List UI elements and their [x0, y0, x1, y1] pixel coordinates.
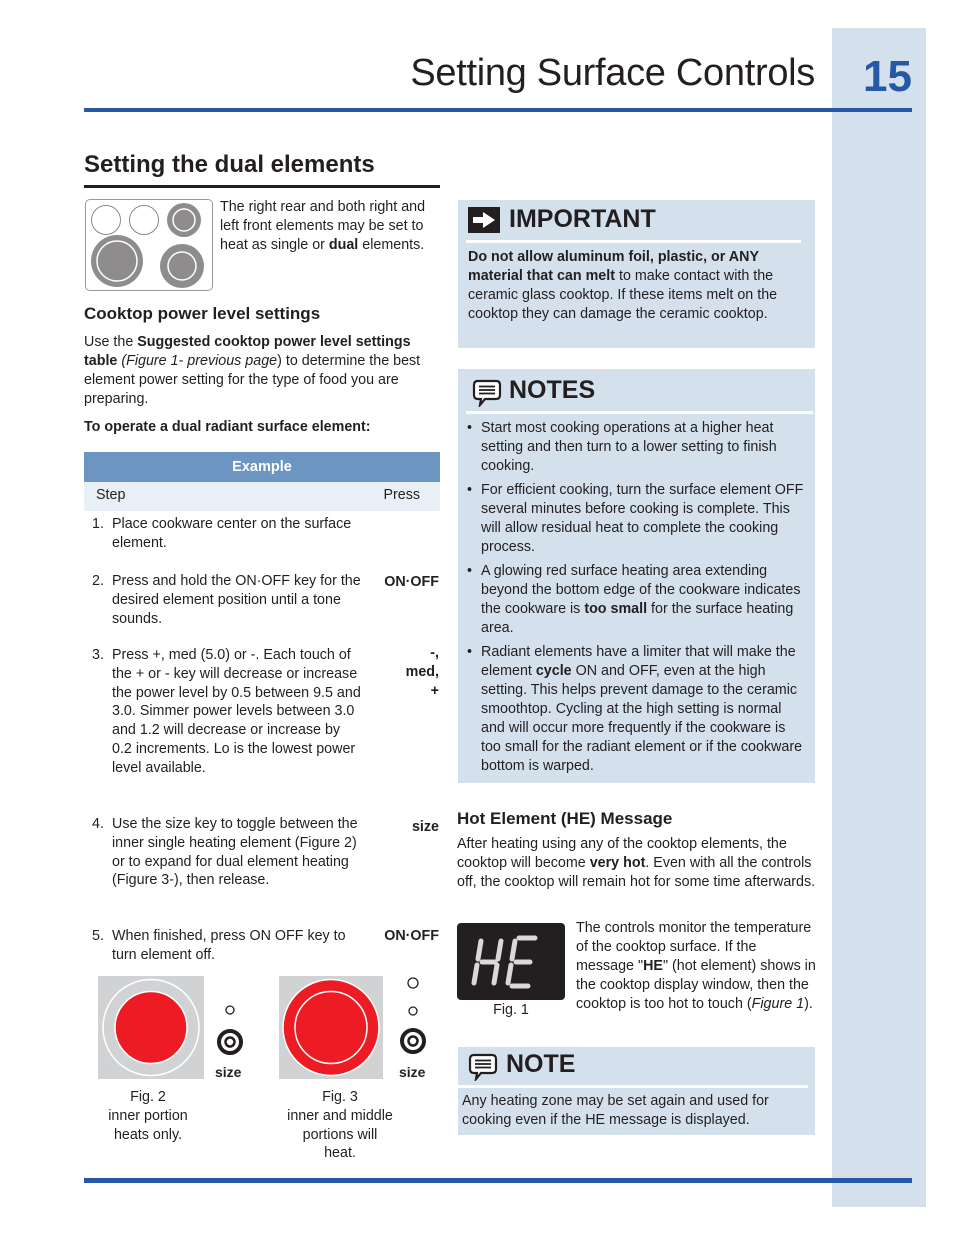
- notes-box: NOTES Start most cooking operations at a…: [458, 369, 815, 783]
- note-text: Any heating zone may be set again and us…: [462, 1093, 769, 1128]
- speech-bubble-icon: [472, 379, 502, 412]
- he-segment-display: [471, 935, 538, 989]
- size-key-icon: [397, 974, 429, 1063]
- page-number: 15: [863, 52, 912, 101]
- hot-element-description: The controls monitor the temperature of …: [576, 920, 816, 1012]
- intro-text: The right rear and both right and left f…: [220, 199, 426, 253]
- footer-rule: [84, 1178, 912, 1183]
- section-title: Setting the dual elements: [84, 151, 375, 178]
- fig1-caption: Fig. 1: [493, 1002, 529, 1018]
- size-label: size: [399, 1064, 426, 1080]
- hot-element-title: Hot Element (HE) Message: [457, 809, 673, 828]
- press-key: ON·OFF: [384, 928, 439, 944]
- table-row: 5. When finished, press ON OFF key to tu…: [92, 928, 346, 963]
- important-heading: IMPORTANT: [509, 205, 656, 233]
- press-key: ON·OFF: [384, 574, 439, 590]
- column-press: Press: [383, 487, 420, 503]
- speech-bubble-icon: [468, 1053, 498, 1086]
- size-key-icon: [214, 1004, 246, 1063]
- fig3-element-diagram: [279, 976, 383, 1084]
- page-title: Setting Surface Controls: [410, 52, 815, 94]
- list-item: For efficient cooking, turn the surface …: [467, 481, 807, 557]
- press-key: size: [411, 819, 439, 835]
- he-display-window: [457, 923, 565, 1000]
- table-row: 3. Press +, med (5.0) or -. Each touch o…: [92, 647, 361, 776]
- list-item: A glowing red surface heating area exten…: [467, 562, 807, 638]
- operate-heading: To operate a dual radiant surface elemen…: [84, 419, 371, 435]
- size-label: size: [215, 1064, 242, 1080]
- important-text: Do not allow aluminum foil, plastic, or …: [468, 249, 778, 322]
- list-item: Radiant elements have a limiter that wil…: [467, 643, 807, 776]
- table-column-headers: Step Press: [84, 482, 440, 511]
- page-sidebar-tab: [832, 28, 926, 1207]
- table-row: 4. Use the size key to toggle between th…: [92, 816, 358, 889]
- table-header: Example: [84, 452, 440, 482]
- note-box: NOTE Any heating zone may be set again a…: [458, 1047, 815, 1135]
- power-levels-text: Use the Suggested cooktop power level se…: [84, 334, 421, 407]
- note-heading: NOTE: [506, 1050, 576, 1078]
- box-rule: [466, 240, 801, 243]
- section-rule: [84, 185, 440, 188]
- box-rule: [458, 1085, 808, 1088]
- header-rule: [84, 108, 912, 112]
- important-box: IMPORTANT Do not allow aluminum foil, pl…: [458, 200, 815, 348]
- notes-list: Start most cooking operations at a highe…: [467, 419, 807, 776]
- table-row: 1. Place cookware center on the surface …: [92, 516, 352, 551]
- hot-element-text: After heating using any of the cooktop e…: [457, 836, 816, 890]
- list-item: Start most cooking operations at a highe…: [467, 419, 807, 476]
- column-step: Step: [96, 487, 126, 503]
- press-key: -, med, +: [405, 645, 439, 699]
- cooktop-diagram-icon: [85, 199, 213, 291]
- fig2-element-diagram: [98, 976, 204, 1084]
- box-rule: [466, 411, 813, 414]
- arrow-right-icon: [468, 207, 500, 238]
- table-row: 2. Press and hold the ON·OFF key for the…: [92, 573, 361, 627]
- notes-heading: NOTES: [509, 376, 596, 404]
- fig2-caption: Fig. 2 inner portion heats only.: [108, 1089, 188, 1143]
- fig3-caption: Fig. 3 inner and middle portions will he…: [287, 1089, 393, 1162]
- power-levels-title: Cooktop power level settings: [84, 304, 321, 323]
